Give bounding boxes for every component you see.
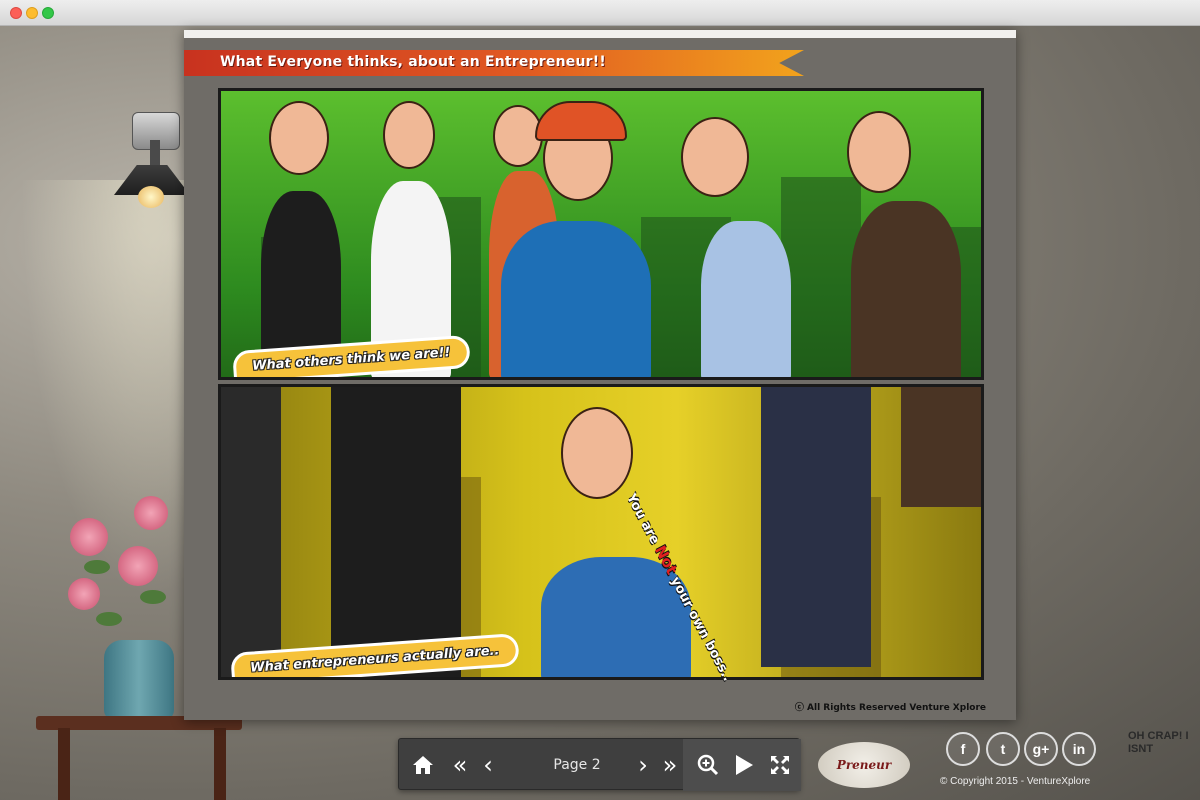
man-legs-left bbox=[221, 387, 281, 677]
rose-flower bbox=[70, 518, 108, 556]
character-cap-body bbox=[501, 221, 651, 377]
google-plus-icon[interactable]: g+ bbox=[1024, 732, 1058, 766]
last-page-icon[interactable]: » bbox=[657, 739, 683, 791]
comic-panel-bottom: What entrepreneurs actually are.. bbox=[218, 384, 984, 680]
page-number-label: Page 2 bbox=[553, 757, 601, 773]
plant-leaf bbox=[140, 590, 166, 604]
zoom-in-icon[interactable] bbox=[691, 739, 725, 791]
preneur-logo: Preneur bbox=[818, 742, 910, 788]
linkedin-icon[interactable]: in bbox=[1062, 732, 1096, 766]
banner-title: What Everyone thinks, about an Entrepren… bbox=[220, 54, 606, 70]
page-top-edge bbox=[184, 30, 1016, 38]
flipbook-toolbar: « ‹ Page 2 › » bbox=[398, 738, 801, 791]
character-white-shirt-head bbox=[383, 101, 435, 169]
character-glasses-body bbox=[701, 221, 791, 377]
page-rights-text: All Rights Reserved Venture Xplore bbox=[807, 703, 986, 713]
close-window-button[interactable] bbox=[10, 7, 22, 19]
window-titlebar bbox=[0, 0, 1200, 26]
flipbook-page[interactable]: What Everyone thinks, about an Entrepren… bbox=[184, 30, 1016, 720]
man-arm-right bbox=[901, 387, 981, 507]
next-page-icon[interactable]: › bbox=[631, 739, 655, 791]
footer-copyright: © Copyright 2015 - VentureXplore bbox=[940, 776, 1091, 787]
home-icon[interactable] bbox=[403, 739, 443, 791]
page-rights: ⓒ All Rights Reserved Venture Xplore bbox=[795, 700, 986, 713]
app-window: What Everyone thinks, about an Entrepren… bbox=[0, 0, 1200, 800]
facebook-icon[interactable]: f bbox=[946, 732, 980, 766]
toolbar-action-group bbox=[683, 739, 801, 791]
wall-scribble-text: OH CRAP! I ISNT bbox=[1128, 730, 1189, 755]
plant-leaf bbox=[84, 560, 110, 574]
maximize-window-button[interactable] bbox=[42, 7, 54, 19]
man-legs-right bbox=[761, 387, 871, 667]
minimize-window-button[interactable] bbox=[26, 7, 38, 19]
side-table-leg bbox=[214, 728, 226, 800]
copyright-icon: ⓒ bbox=[794, 703, 804, 713]
fullscreen-icon[interactable] bbox=[763, 739, 797, 791]
red-cap bbox=[535, 101, 627, 141]
character-glasses-head bbox=[681, 117, 749, 197]
logo-text: Preneur bbox=[836, 758, 892, 772]
young-man-head bbox=[561, 407, 633, 499]
play-icon[interactable] bbox=[727, 739, 761, 791]
prev-page-icon[interactable]: ‹ bbox=[475, 739, 501, 791]
character-mustache-head bbox=[847, 111, 911, 193]
rose-flower bbox=[134, 496, 168, 530]
comic-panel-top: What others think we are!! bbox=[218, 88, 984, 380]
twitter-icon[interactable]: t bbox=[986, 732, 1020, 766]
wall-lamp-bulb bbox=[138, 186, 164, 208]
character-mustache-body bbox=[851, 201, 961, 377]
first-page-icon[interactable]: « bbox=[447, 739, 473, 791]
rose-flower bbox=[118, 546, 158, 586]
flower-vase bbox=[104, 640, 174, 720]
skyline-building bbox=[781, 177, 861, 377]
rose-flower bbox=[68, 578, 100, 610]
plant-leaf bbox=[96, 612, 122, 626]
character-sunglasses-head bbox=[269, 101, 329, 175]
side-table-leg bbox=[58, 728, 70, 800]
man-legs-center bbox=[331, 387, 461, 677]
